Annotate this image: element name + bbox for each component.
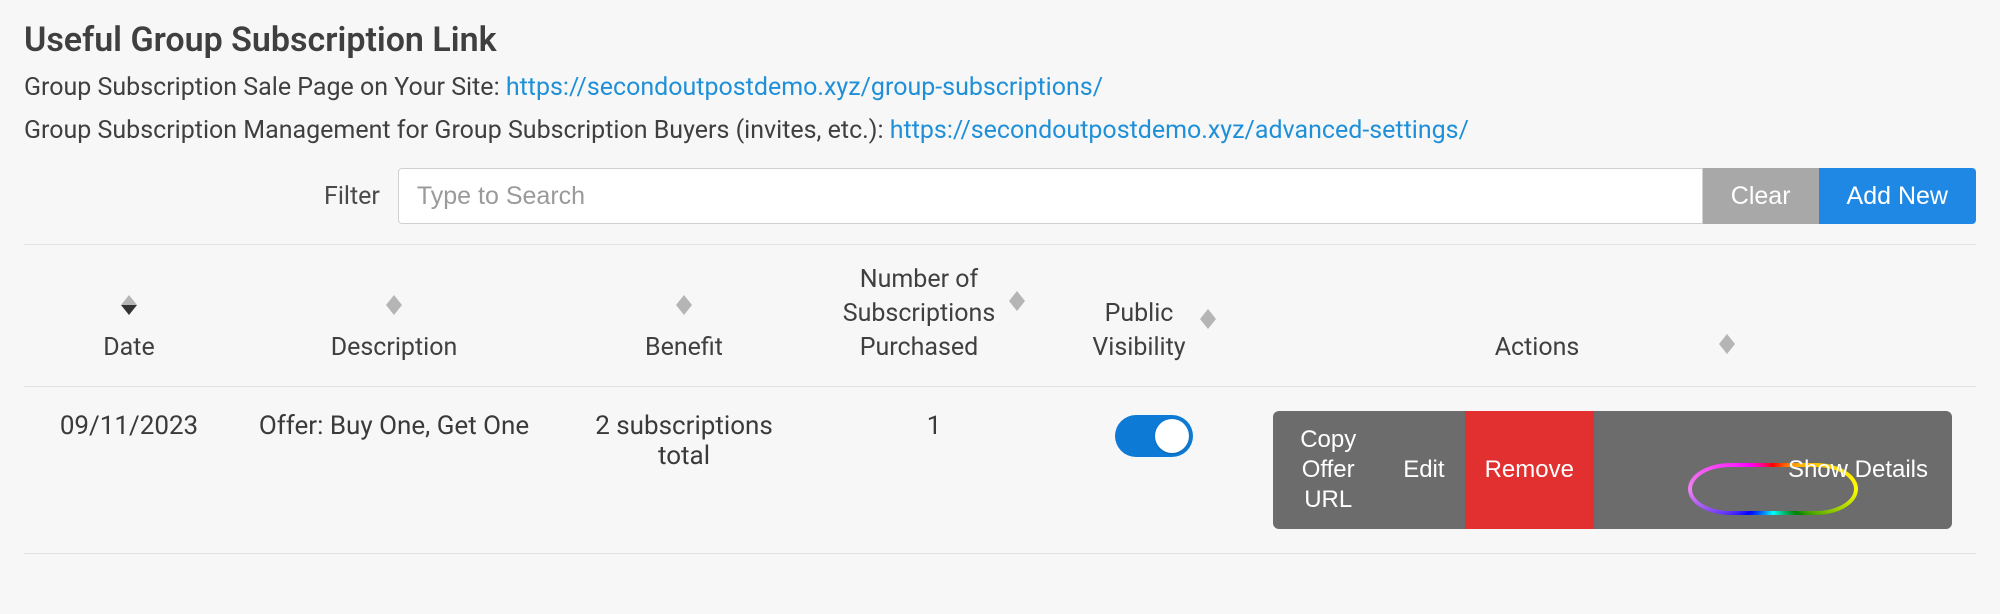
cell-description: Offer: Buy One, Get One [234, 387, 554, 554]
management-line: Group Subscription Management for Group … [24, 113, 1976, 148]
copy-offer-url-button[interactable]: Copy Offer URL [1273, 411, 1383, 529]
sort-icon[interactable] [121, 295, 137, 315]
col-description-label: Description [331, 331, 458, 365]
visibility-toggle[interactable] [1115, 415, 1193, 457]
col-date[interactable]: Date [24, 245, 234, 387]
col-actions[interactable]: Actions [1254, 245, 1976, 387]
action-button-group: Copy Offer URL Edit Remove Show Details [1273, 411, 1952, 529]
sale-page-link[interactable]: https://secondoutpostdemo.xyz/group-subs… [506, 73, 1103, 102]
management-prefix: Group Subscription Management for Group … [24, 116, 890, 145]
sort-icon[interactable] [1009, 291, 1025, 311]
cell-visibility [1054, 387, 1254, 554]
col-description[interactable]: Description [234, 245, 554, 387]
show-details-label: Show Details [1788, 455, 1928, 485]
col-number-purchased[interactable]: Number of Subscriptions Purchased [814, 245, 1054, 387]
remove-button[interactable]: Remove [1465, 411, 1594, 529]
col-actions-label: Actions [1495, 331, 1580, 365]
cell-date: 09/11/2023 [24, 387, 234, 554]
col-visibility-label: Public Visibility [1092, 297, 1185, 365]
toggle-knob [1155, 419, 1189, 453]
show-details-button[interactable]: Show Details [1594, 411, 1952, 529]
table-row: 09/11/2023 Offer: Buy One, Get One 2 sub… [24, 387, 1976, 554]
col-number-label: Number of Subscriptions Purchased [843, 263, 995, 364]
filter-input[interactable] [398, 168, 1703, 224]
cell-benefit: 2 subscriptions total [554, 387, 814, 554]
sale-page-prefix: Group Subscription Sale Page on Your Sit… [24, 73, 506, 102]
sort-icon[interactable] [676, 295, 692, 315]
col-visibility[interactable]: Public Visibility [1054, 245, 1254, 387]
sort-icon[interactable] [1200, 309, 1216, 329]
sale-page-line: Group Subscription Sale Page on Your Sit… [24, 70, 1976, 105]
add-new-button[interactable]: Add New [1819, 168, 1976, 224]
management-link[interactable]: https://secondoutpostdemo.xyz/advanced-s… [890, 116, 1469, 145]
clear-button[interactable]: Clear [1703, 168, 1819, 224]
offers-table: Date Description Ben [24, 244, 1976, 554]
cell-actions: Copy Offer URL Edit Remove Show Details [1254, 387, 1976, 554]
col-benefit-label: Benefit [645, 331, 723, 365]
page-title: Useful Group Subscription Link [24, 20, 1976, 60]
sort-icon[interactable] [386, 295, 402, 315]
filter-label: Filter [324, 182, 380, 211]
cell-number: 1 [814, 387, 1054, 554]
col-date-label: Date [103, 331, 154, 365]
sort-icon[interactable] [1719, 334, 1735, 354]
filter-toolbar: Filter Clear Add New [24, 168, 1976, 224]
col-benefit[interactable]: Benefit [554, 245, 814, 387]
edit-button[interactable]: Edit [1383, 411, 1464, 529]
